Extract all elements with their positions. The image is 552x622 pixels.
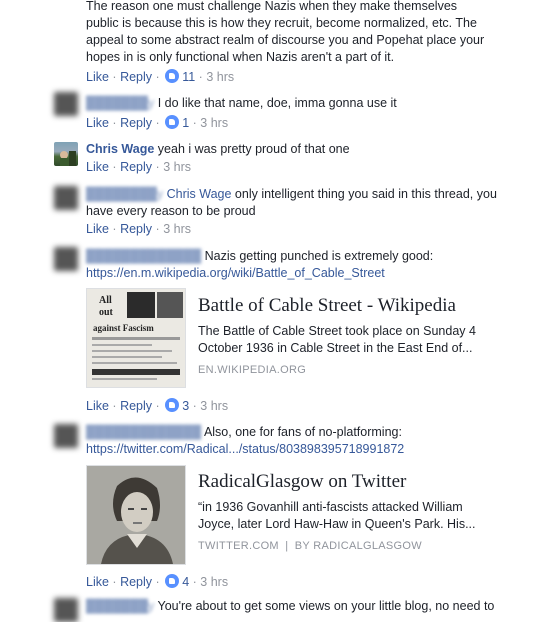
author-name[interactable]: █████████████ bbox=[86, 249, 201, 263]
link-preview-description: “in 1936 Govanhill anti-fascists attacke… bbox=[198, 500, 476, 531]
portrait-photo bbox=[87, 466, 185, 564]
reply-link[interactable]: Reply bbox=[120, 70, 152, 84]
link-preview-description: The Battle of Cable Street took place on… bbox=[198, 324, 476, 355]
link-preview-title[interactable]: Battle of Cable Street - Wikipedia bbox=[198, 295, 456, 317]
comment-url-link[interactable]: https://twitter.com/Radical.../status/80… bbox=[86, 441, 546, 458]
avatar[interactable] bbox=[54, 598, 78, 622]
timestamp[interactable]: 3 hrs bbox=[163, 222, 191, 236]
avatar[interactable] bbox=[54, 142, 78, 166]
comment-body: ████████y Chris Wage only intelligent th… bbox=[86, 186, 546, 220]
timestamp[interactable]: 3 hrs bbox=[206, 70, 234, 84]
comment-actions: Like · Reply · 11 · 3 hrs bbox=[86, 69, 235, 84]
author-name[interactable]: Chris Wage bbox=[86, 142, 154, 156]
avatar[interactable] bbox=[54, 186, 78, 210]
like-link[interactable]: Like bbox=[86, 160, 109, 174]
like-link[interactable]: Like bbox=[86, 575, 109, 589]
reply-link[interactable]: Reply bbox=[120, 575, 152, 589]
comment-actions: Like · Reply · 4 · 3 hrs bbox=[86, 574, 229, 589]
comment-text: I do like that name, doe, imma gonna use… bbox=[157, 96, 397, 110]
like-link[interactable]: Like bbox=[86, 399, 109, 413]
like-icon bbox=[165, 398, 180, 412]
comment-text: have every reason to be proud bbox=[86, 204, 256, 218]
link-preview-image[interactable] bbox=[86, 465, 186, 565]
comment-body: █████████████ Nazis getting punched is e… bbox=[86, 248, 546, 282]
author-name[interactable]: ███████y bbox=[86, 96, 154, 110]
avatar[interactable] bbox=[54, 247, 78, 271]
like-icon bbox=[165, 574, 180, 588]
link-preview-title[interactable]: RadicalGlasgow on Twitter bbox=[198, 471, 406, 493]
reply-link[interactable]: Reply bbox=[120, 160, 152, 174]
comment-line: public is because this is how they recru… bbox=[86, 16, 477, 30]
reply-link[interactable]: Reply bbox=[120, 222, 152, 236]
like-count[interactable]: 3 bbox=[182, 399, 189, 413]
timestamp[interactable]: 3 hrs bbox=[163, 160, 191, 174]
newspaper-image: All out against Fascism bbox=[87, 289, 185, 387]
comment-line: The reason one must challenge Nazis when… bbox=[86, 0, 458, 13]
comment-body: █████████████ Also, one for fans of no-p… bbox=[86, 424, 546, 458]
author-name[interactable]: █████████████ bbox=[86, 425, 201, 439]
comment-body: ███████y You're about to get some views … bbox=[86, 598, 546, 615]
comment-text: Also, one for fans of no-platforming: bbox=[203, 425, 402, 439]
link-preview-byline: BY RADICALGLASGOW bbox=[294, 540, 422, 552]
mention-link[interactable]: Chris Wage bbox=[167, 187, 232, 201]
like-link[interactable]: Like bbox=[86, 222, 109, 236]
comment-text: Nazis getting punched is extremely good: bbox=[204, 249, 434, 263]
like-count[interactable]: 4 bbox=[182, 575, 189, 589]
reply-link[interactable]: Reply bbox=[120, 116, 152, 130]
comment-body: Chris Wage yeah i was pretty proud of th… bbox=[86, 141, 350, 158]
timestamp[interactable]: 3 hrs bbox=[200, 399, 228, 413]
comment-body: ███████y I do like that name, doe, imma … bbox=[86, 95, 397, 112]
link-preview-domain: TWITTER.COM | BY RADICALGLASGOW bbox=[198, 540, 422, 552]
link-preview-domain: EN.WIKIPEDIA.ORG bbox=[198, 364, 307, 376]
comment-actions: Like · Reply · 3 hrs bbox=[86, 222, 191, 236]
newspaper-headline: out bbox=[99, 307, 114, 318]
comment-actions: Like · Reply · 3 · 3 hrs bbox=[86, 398, 229, 413]
avatar[interactable] bbox=[54, 92, 78, 116]
comment-text: The reason one must challenge Nazis when… bbox=[86, 0, 546, 66]
like-count[interactable]: 1 bbox=[182, 116, 189, 130]
like-icon bbox=[165, 115, 180, 129]
like-link[interactable]: Like bbox=[86, 116, 109, 130]
author-name[interactable]: ███████y bbox=[86, 599, 154, 613]
avatar-image bbox=[60, 151, 76, 166]
newspaper-headline: All bbox=[99, 295, 112, 306]
comment-text: yeah i was pretty proud of that one bbox=[157, 142, 350, 156]
comment-url-link[interactable]: https://en.m.wikipedia.org/wiki/Battle_o… bbox=[86, 265, 546, 282]
reply-link[interactable]: Reply bbox=[120, 399, 152, 413]
comment-line: appeal to some abstract realm of discour… bbox=[86, 33, 485, 47]
comment-text: only intelligent thing you said in this … bbox=[234, 187, 497, 201]
timestamp[interactable]: 3 hrs bbox=[200, 116, 228, 130]
link-preview-image[interactable]: All out against Fascism bbox=[86, 288, 186, 388]
like-count[interactable]: 11 bbox=[182, 70, 195, 84]
avatar[interactable] bbox=[54, 424, 78, 448]
author-name[interactable]: ████████y bbox=[86, 187, 163, 201]
comment-actions: Like · Reply · 3 hrs bbox=[86, 160, 191, 174]
timestamp[interactable]: 3 hrs bbox=[200, 575, 228, 589]
comment-actions: Like · Reply · 1 · 3 hrs bbox=[86, 115, 229, 130]
like-icon bbox=[165, 69, 180, 83]
comment-line: hopes in is only functional when Nazis a… bbox=[86, 50, 395, 64]
like-link[interactable]: Like bbox=[86, 70, 109, 84]
comment-text: You're about to get some views on your l… bbox=[157, 599, 495, 613]
newspaper-headline: against Fascism bbox=[93, 323, 154, 333]
